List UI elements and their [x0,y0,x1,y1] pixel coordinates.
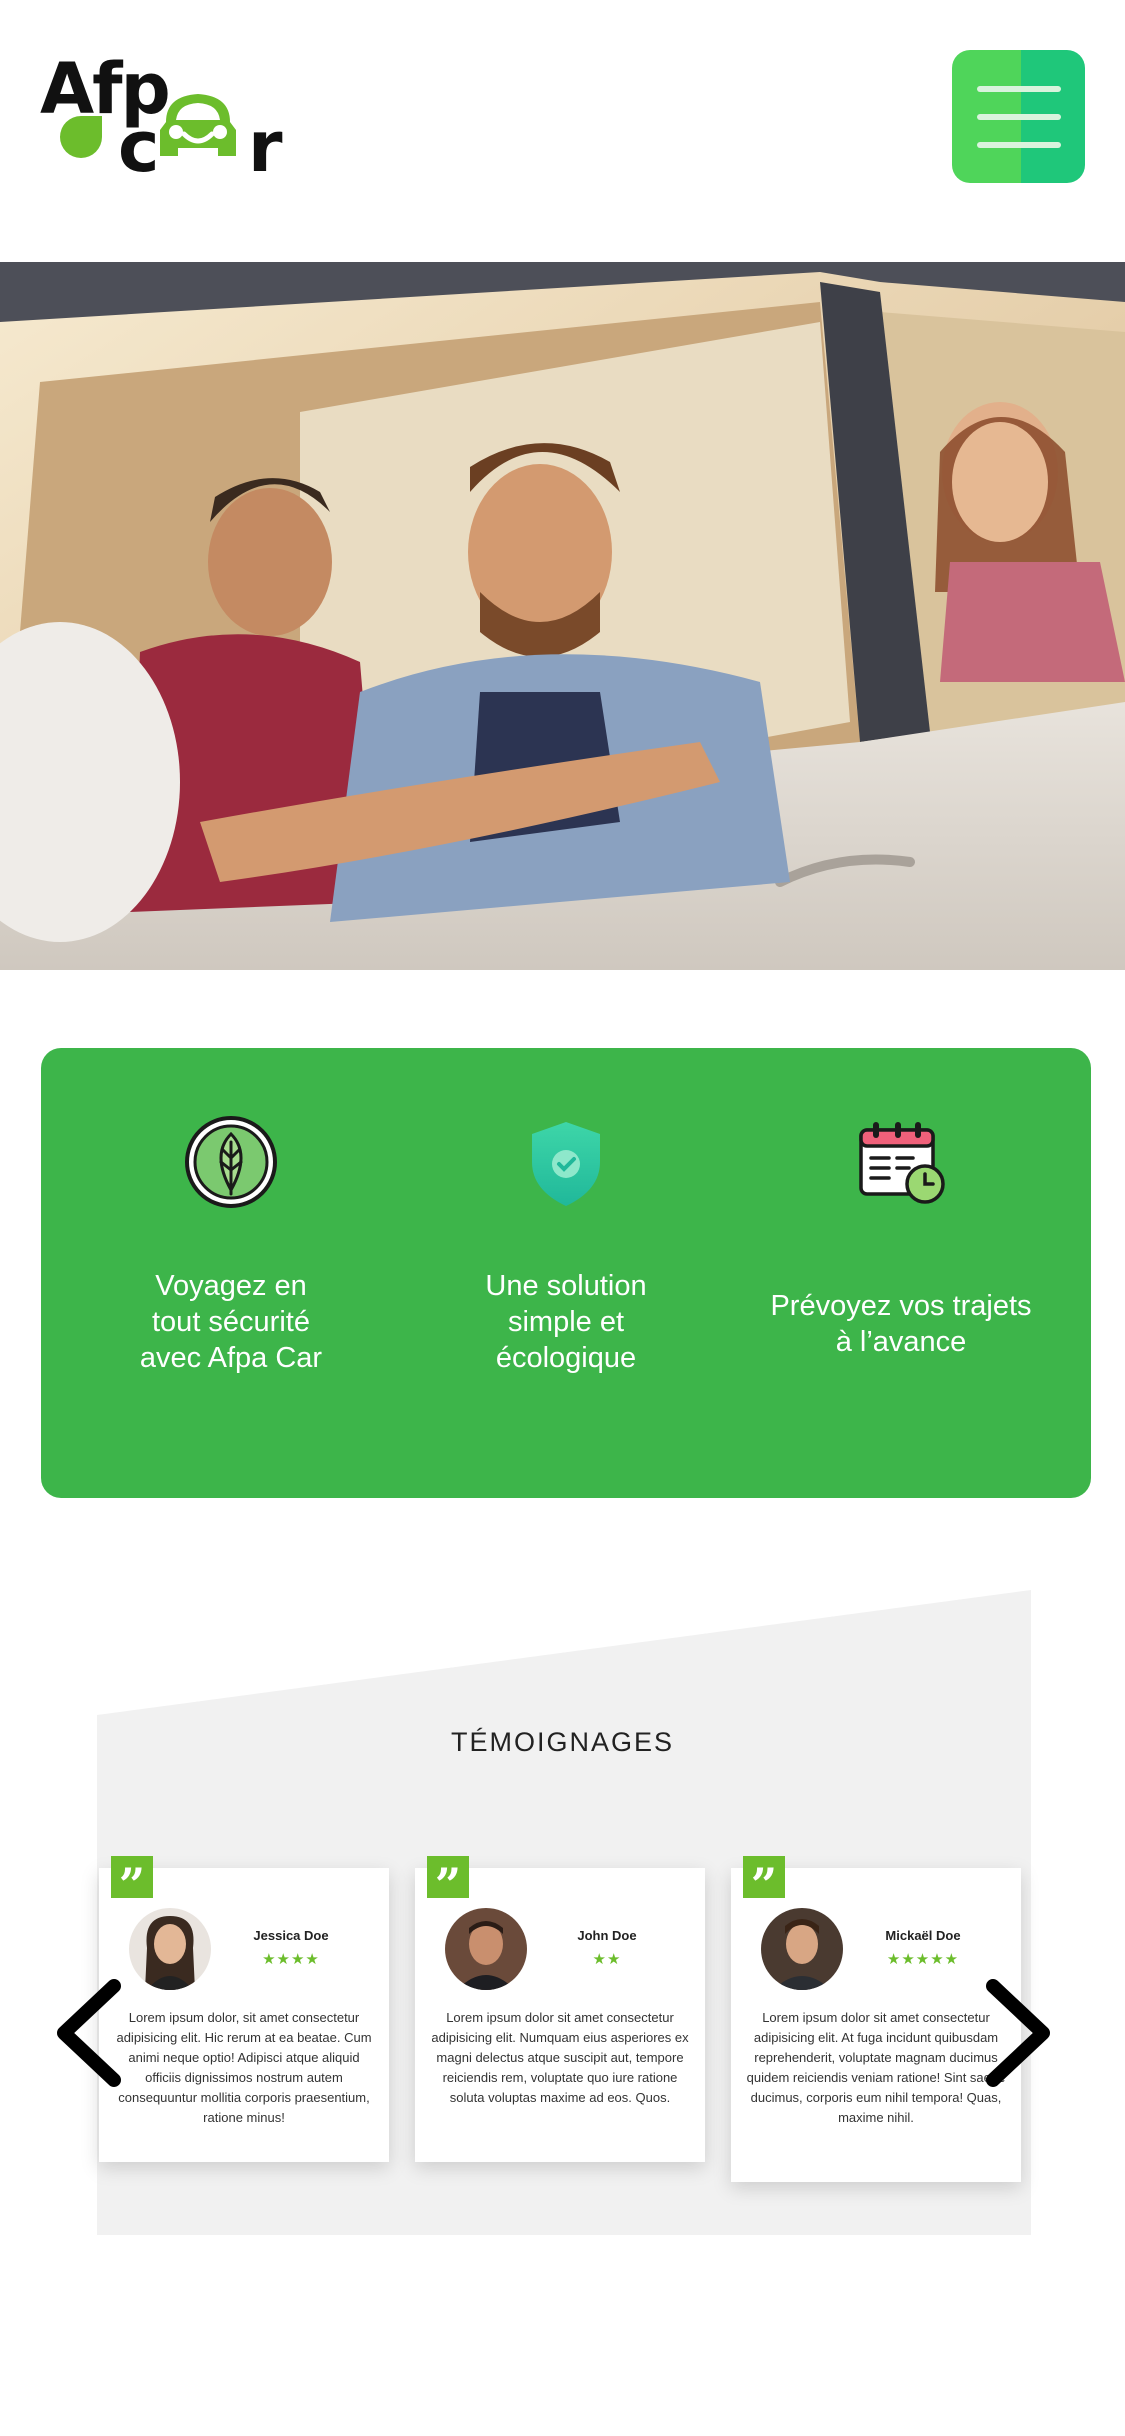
testimonial-card-jessica: ” Jessica Doe ★★★★ Lorem ipsum dolor, si… [99,1856,389,2162]
feature-plan: Prévoyez vos trajets à l’avance [731,1048,1071,1498]
testimonial-card-john: ” John Doe ★★ Lorem ipsum dolor sit amet… [415,1856,705,2162]
hamburger-menu-icon-line-2 [976,113,1061,120]
quote-icon: ” [743,1856,785,1912]
smiling-car-icon [160,94,236,156]
avatar [129,1908,211,1990]
leaf-badge-icon [185,1116,277,1208]
hamburger-menu-icon-line-1 [976,85,1061,92]
star-rating: ★★ [592,1951,622,1968]
testimonial-name: John Doe [577,1928,637,1943]
chevron-left-icon[interactable] [52,1978,122,2088]
avatar [445,1908,527,1990]
feature-security: Voyagez en tout sécurité avec Afpa Car [61,1048,401,1498]
testimonial-name: Jessica Doe [253,1928,329,1943]
calendar-clock-icon [859,1122,945,1204]
star-rating: ★★★★★ [886,1951,960,1968]
feature-plan-text: Prévoyez vos trajets à l’avance [770,1290,1032,1358]
feature-simple: Une solution simple et écologique [396,1048,736,1498]
quote-icon: ” [111,1856,153,1912]
hero-image [0,262,1125,970]
quote-icon: ” [427,1856,469,1912]
features-panel: Voyagez en tout sécurité avec Afpa Car U… [41,1048,1091,1498]
testimonials-title: TÉMOIGNAGES [450,1727,675,1757]
testimonial-text: Lorem ipsum dolor sit amet consectetur a… [431,2010,689,2105]
testimonial-text: Lorem ipsum dolor sit amet consectetur a… [746,2010,1006,2125]
chevron-right-icon[interactable] [985,1978,1055,2088]
hamburger-menu-icon-line-3 [976,141,1061,148]
page: Afp c r Voyagez en tout sécurité avec Af… [0,0,1125,2436]
logo-text-r: r [248,106,283,188]
leaf-icon [60,116,102,158]
afpacar-logo[interactable]: Afp c r [40,48,290,188]
feature-security-text: Voyagez en tout sécurité avec Afpa Car [139,1270,323,1374]
testimonial-text: Lorem ipsum dolor, sit amet consectetur … [116,2010,372,2125]
testimonial-card-mickael: ” Mickaël Doe ★★★★★ Lorem ipsum dolor si… [731,1856,1021,2182]
feature-simple-text: Une solution simple et écologique [485,1270,647,1374]
avatar [761,1908,843,1990]
menu-button[interactable] [952,50,1085,183]
star-rating: ★★★★ [262,1951,320,1968]
testimonial-name: Mickaël Doe [885,1928,961,1943]
shield-check-icon [532,1122,600,1206]
